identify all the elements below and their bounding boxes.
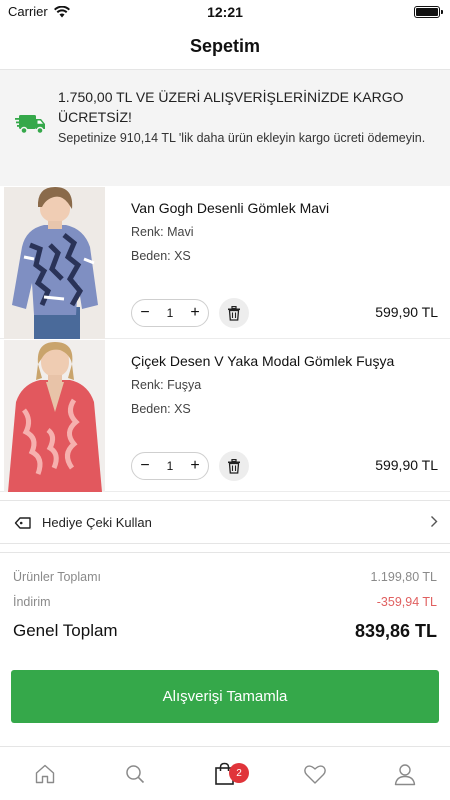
tab-cart[interactable]: 2 [180,747,270,800]
tab-home[interactable] [0,747,90,800]
total-label: Genel Toplam [13,621,118,640]
truck-icon [15,115,45,135]
home-icon [35,764,55,783]
decrease-button[interactable]: − [139,458,151,474]
decrease-button[interactable]: − [139,305,151,321]
shipping-subtitle: Sepetinize 910,14 TL 'lik daha ürün ekle… [58,131,426,145]
remove-item-button[interactable] [219,451,249,481]
tag-icon [14,517,31,529]
tab-search[interactable] [90,747,180,800]
product-image[interactable] [4,340,105,492]
profile-icon [394,763,416,785]
quantity-stepper: − 1 + [131,299,209,327]
tab-profile[interactable] [360,747,450,800]
discount-value: -359,94 TL [376,595,437,609]
chevron-right-icon [431,516,438,527]
heart-icon [304,764,326,784]
gift-card-row[interactable]: Hediye Çeki Kullan [0,500,450,544]
discount-label: İndirim [13,595,51,609]
product-image[interactable] [4,187,105,339]
product-size: Beden: XS [131,402,191,416]
shipping-title: 1.750,00 TL VE ÜZERİ ALIŞVERİŞLERİNİZDE … [58,89,404,125]
tab-favorites[interactable] [270,747,360,800]
subtotal-label: Ürünler Toplamı [13,570,102,584]
increase-button[interactable]: + [189,458,201,474]
product-name[interactable]: Çiçek Desen V Yaka Modal Gömlek Fuşya [131,353,394,369]
cart-item[interactable]: Van Gogh Desenli Gömlek Mavi Renk: Mavi … [0,187,450,339]
product-price: 599,90 TL [375,457,438,473]
subtotal-value: 1.199,80 TL [370,570,438,584]
total-value: 839,86 TL [354,621,437,641]
increase-button[interactable]: + [189,305,201,321]
search-icon [126,764,145,783]
product-size: Beden: XS [131,249,191,263]
status-bar: Carrier 12:21 [0,0,450,24]
battery-icon [414,6,443,18]
trash-icon [228,305,240,321]
product-price: 599,90 TL [375,304,438,320]
cart-badge: 2 [229,763,249,783]
trash-icon [228,458,240,474]
page-title: Sepetim [189,36,261,56]
subtotal-row: Ürünler Toplamı 1.199,80 TL [13,570,437,584]
total-row: Genel Toplam 839,86 TL [13,621,437,642]
free-shipping-banner: 1.750,00 TL VE ÜZERİ ALIŞVERİŞLERİNİZDE … [0,70,450,186]
status-time: 12:21 [207,4,243,20]
remove-item-button[interactable] [219,298,249,328]
quantity-stepper: − 1 + [131,452,209,480]
quantity-value: 1 [166,459,174,473]
product-color: Renk: Mavi [131,225,194,239]
tab-bar: 2 [0,746,450,800]
quantity-value: 1 [166,306,174,320]
checkout-button[interactable]: Alışverişi Tamamla [11,670,439,723]
order-summary: Ürünler Toplamı 1.199,80 TL İndirim -359… [0,552,450,652]
product-name[interactable]: Van Gogh Desenli Gömlek Mavi [131,200,329,216]
product-color: Renk: Fuşya [131,378,202,392]
nav-header: Sepetim [0,24,450,70]
gift-card-label: Hediye Çeki Kullan [42,515,152,530]
discount-row: İndirim -359,94 TL [13,595,437,609]
cart-item[interactable]: Çiçek Desen V Yaka Modal Gömlek Fuşya Re… [0,340,450,492]
